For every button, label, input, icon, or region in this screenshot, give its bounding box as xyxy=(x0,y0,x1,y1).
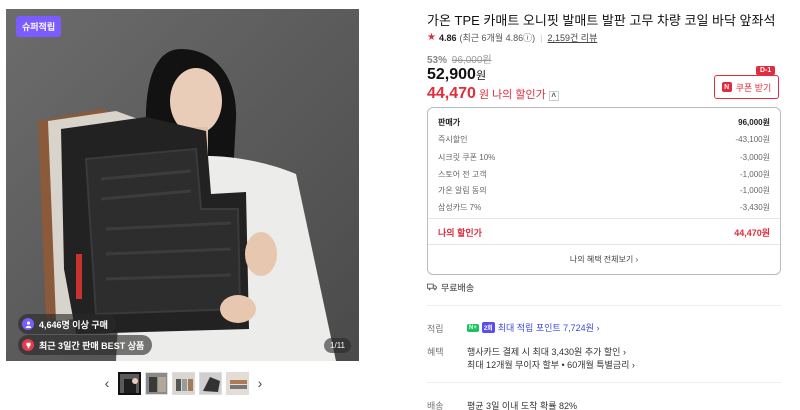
breakdown-label: 스토어 전 고객 xyxy=(438,170,487,179)
breakdown-value: -1,000원 xyxy=(739,186,770,195)
free-shipping-text: 무료배송 xyxy=(441,283,475,293)
discount-percent: 53% xyxy=(427,55,448,66)
chevron-left-icon[interactable]: ‹ xyxy=(100,370,114,396)
rating-row: ★ 4.86 (최근 6개월 4.86ⓘ) | 2,159건 리뷰 xyxy=(427,31,597,44)
breakdown-value: -43,100원 xyxy=(735,135,771,144)
breakdown-label: 시크릿 쿠폰 10% xyxy=(438,153,496,162)
product-title: 가온 TPE 카매트 오니핏 발매트 발판 고무 차량 코일 바닥 앞좌석 xyxy=(427,13,776,28)
breakdown-total-row: 나의 할인가 44,470원 xyxy=(438,226,770,239)
best-seller-chip: 최근 3일간 판매 BEST 상품 xyxy=(18,335,153,355)
breakdown-label: 즉시할인 xyxy=(438,135,468,144)
breakdown-label: 가온 알림 동의 xyxy=(438,186,487,195)
benefits-label: 혜택 xyxy=(427,347,444,357)
divider: | xyxy=(540,32,543,43)
buyers-count-text: 4,646명 이상 구매 xyxy=(39,319,108,330)
breakdown-total-label: 나의 할인가 xyxy=(438,228,482,238)
breakdown-row: 스토어 전 고객 -1,000원 xyxy=(438,169,770,180)
original-price: 96,000원 xyxy=(451,55,492,66)
breakdown-value: -1,000원 xyxy=(739,170,770,179)
truck-icon xyxy=(427,283,437,293)
thumbnail-strip: ‹ › xyxy=(100,370,267,396)
person-icon xyxy=(22,318,34,330)
points-count-badge: 2회 xyxy=(481,322,495,333)
breakdown-label: 판매가 xyxy=(438,118,461,127)
thumbnail-1[interactable] xyxy=(118,371,141,395)
breakdown-divider xyxy=(428,218,780,219)
thumbnail-2[interactable] xyxy=(145,371,168,395)
review-count-link[interactable]: 2,159건 리뷰 xyxy=(547,31,597,44)
breakdown-divider xyxy=(428,244,780,245)
breakdown-value: -3,430원 xyxy=(739,203,770,212)
product-main-image[interactable]: 슈퍼적립 4,646명 이상 구매 최근 3일간 판매 BEST 상품 1/11 xyxy=(6,9,359,361)
delivery-estimate: 평균 3일 이내 도착 확률 82% xyxy=(467,401,578,410)
breakdown-row: 즉시할인 -43,100원 xyxy=(438,134,770,145)
image-counter: 1/11 xyxy=(324,338,351,353)
breakdown-row: 판매가 96,000원 xyxy=(438,117,770,128)
trophy-icon xyxy=(22,339,34,351)
price-breakdown-box: 판매가 96,000원 즉시할인 -43,100원 시크릿 쿠폰 10% -3,… xyxy=(427,107,781,275)
coupon-button[interactable]: N 쿠폰 받기 xyxy=(714,75,779,99)
rating-score: 4.86 xyxy=(438,32,457,43)
thumbnail-5[interactable] xyxy=(226,371,249,395)
rating-note[interactable]: (최근 6개월 4.86ⓘ) xyxy=(460,31,536,44)
points-link[interactable]: N+ 2회 최대 적립 포인트 7,724원 › xyxy=(467,321,599,334)
thumbnail-3[interactable] xyxy=(172,371,195,395)
thumbnail-4[interactable] xyxy=(199,371,222,395)
points-label: 적립 xyxy=(427,324,444,334)
super-points-badge: 슈퍼적립 xyxy=(16,16,62,37)
naver-plus-badge: N+ xyxy=(467,323,479,332)
my-price-unit: 원 xyxy=(478,89,490,101)
chevron-up-icon[interactable]: ˄ xyxy=(548,90,559,101)
breakdown-row: 삼성카드 7% -3,430원 xyxy=(438,202,770,213)
breakdown-label: 삼성카드 7% xyxy=(438,203,482,212)
sale-price: 52,900원 xyxy=(427,66,486,84)
delivery-label: 배송 xyxy=(427,401,444,410)
coupon-dday-badge: D-1 xyxy=(756,66,776,75)
discount-line: 53% 96,000원 xyxy=(427,51,492,66)
sale-price-unit: 원 xyxy=(475,70,487,82)
product-photo xyxy=(6,9,359,361)
breakdown-value: 96,000원 xyxy=(738,118,770,127)
star-icon: ★ xyxy=(427,32,436,43)
section-divider xyxy=(427,382,781,383)
all-benefits-link[interactable]: 나의 혜택 전체보기 › xyxy=(428,254,780,265)
best-seller-text: 최근 3일간 판매 BEST 상품 xyxy=(39,340,145,351)
naver-n-icon: N xyxy=(721,82,732,92)
free-shipping-row: 무료배송 xyxy=(427,281,474,294)
points-text: 최대 적립 포인트 7,724원 › xyxy=(497,323,600,333)
coupon-button-label: 쿠폰 받기 xyxy=(735,82,772,93)
breakdown-total-value: 44,470원 xyxy=(734,228,770,238)
installment-link[interactable]: 최대 12개월 무이자 할부 • 60개월 특별금리 › xyxy=(467,358,635,371)
section-divider xyxy=(427,305,781,306)
my-price-value: 44,470 xyxy=(427,85,476,102)
my-discount-price: 44,470 원 나의 할인가 ˄ xyxy=(427,85,559,103)
sale-price-value: 52,900 xyxy=(427,66,476,83)
my-price-label: 나의 할인가 xyxy=(492,89,546,101)
breakdown-value: -3,000원 xyxy=(739,153,770,162)
buyers-count-chip: 4,646명 이상 구매 xyxy=(18,314,116,334)
breakdown-row: 가온 알림 동의 -1,000원 xyxy=(438,185,770,196)
breakdown-row: 시크릿 쿠폰 10% -3,000원 xyxy=(438,152,770,163)
card-discount-link[interactable]: 행사카드 결제 시 최대 3,430원 추가 할인 › xyxy=(467,345,626,358)
chevron-right-icon[interactable]: › xyxy=(253,370,267,396)
